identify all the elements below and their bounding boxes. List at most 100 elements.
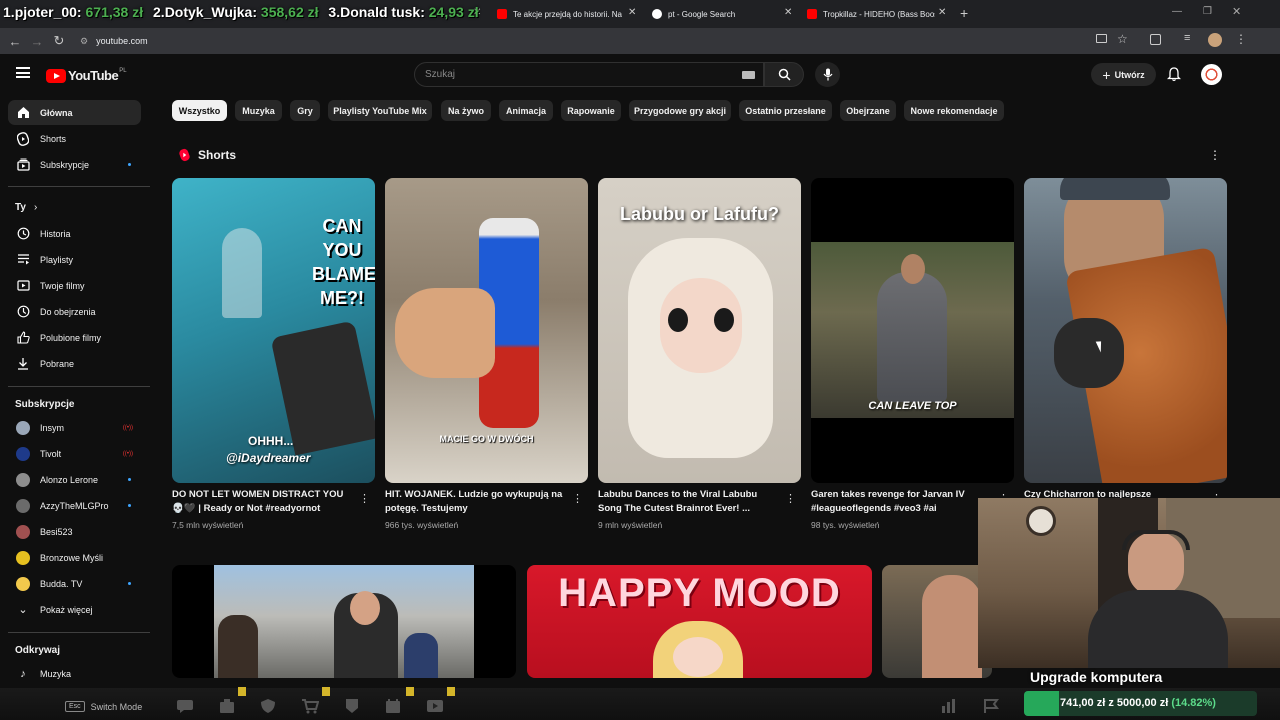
bookmark-star-icon[interactable]: ☆ xyxy=(1117,32,1128,46)
channel-avatar xyxy=(16,576,30,591)
shield-icon[interactable] xyxy=(259,698,277,714)
sidebar-show-more[interactable]: ⌄ Pokaż więcej xyxy=(8,597,141,622)
install-app-icon[interactable] xyxy=(1096,34,1107,43)
tab-2[interactable]: pt - Google Search xyxy=(652,3,792,25)
close-window-icon[interactable]: ✕ xyxy=(1232,5,1241,18)
sidebar-item-sub-insym[interactable]: Insym ((•)) xyxy=(8,415,141,440)
site-info-icon[interactable]: ⚙ xyxy=(80,36,88,47)
tab-1[interactable]: Te akcje przejdą do historii. Na xyxy=(497,3,645,25)
new-tab-button[interactable]: + xyxy=(960,5,968,21)
sidebar-item-sub-budda[interactable]: Budda. TV xyxy=(8,571,141,596)
chip-music[interactable]: Muzyka xyxy=(235,100,282,121)
minimize-window-icon[interactable]: — xyxy=(1172,6,1182,17)
sidebar-item-home[interactable]: Główna xyxy=(8,100,141,125)
chip-recently-uploaded[interactable]: Ostatnio przesłane xyxy=(739,100,832,121)
close-tab-icon[interactable]: ✕ xyxy=(784,7,792,18)
chip-action-adventure[interactable]: Przygodowe gry akcji xyxy=(629,100,731,121)
logo-region: PL xyxy=(119,67,127,74)
extensions-icon[interactable] xyxy=(1150,34,1161,45)
account-avatar[interactable] xyxy=(1201,64,1222,85)
voice-search-button[interactable] xyxy=(815,62,840,87)
sidebar-item-sub-alonzo[interactable]: Alonzo Lerone xyxy=(8,467,141,492)
inventory-icon[interactable] xyxy=(218,698,236,714)
create-button[interactable]: + Utwórz xyxy=(1091,63,1156,86)
chip-animation[interactable]: Animacja xyxy=(499,100,553,121)
sidebar-item-sub-azzy[interactable]: AzzyTheMLGPro xyxy=(8,493,141,518)
chip-watched[interactable]: Obejrzane xyxy=(840,100,896,121)
shorts-more-icon[interactable]: ⋮ xyxy=(1209,148,1221,162)
forward-icon[interactable]: → xyxy=(26,34,48,49)
short-thumbnail[interactable]: CAN LEAVE TOP xyxy=(811,178,1014,483)
sidebar-item-history[interactable]: Historia xyxy=(8,221,141,246)
stats-chart-icon[interactable] xyxy=(940,698,958,714)
short-thumbnail[interactable]: CAN YOU BLAME ME?! OHHH... @iDaydreamer xyxy=(172,178,375,483)
chip-rap[interactable]: Rapowanie xyxy=(561,100,621,121)
hamburger-menu-icon[interactable] xyxy=(16,67,30,78)
sidebar-item-downloads[interactable]: Pobrane xyxy=(8,351,141,376)
thumbnail-title-text: HAPPY MOOD xyxy=(558,571,841,615)
short-views: 966 tys. wyświetleń xyxy=(385,520,459,530)
video-thumbnail[interactable]: HAPPY MOOD xyxy=(527,565,872,678)
back-icon[interactable]: ← xyxy=(4,34,26,49)
calendar-icon[interactable] xyxy=(384,698,402,714)
sidebar-item-label: Historia xyxy=(40,228,71,239)
profile-avatar[interactable] xyxy=(1208,33,1222,47)
keyboard-icon[interactable] xyxy=(742,71,755,79)
sidebar-item-liked[interactable]: Polubione filmy xyxy=(8,325,141,350)
browser-menu-icon[interactable]: ⋮ xyxy=(1235,32,1247,46)
notifications-bell-icon[interactable] xyxy=(1166,67,1182,87)
sidebar-item-music[interactable]: ♪ Muzyka xyxy=(8,661,141,686)
chip-new-recommendations[interactable]: Nowe rekomendacje xyxy=(904,100,1004,121)
sidebar-you-header[interactable]: Ty › xyxy=(15,202,37,213)
chip-games[interactable]: Gry xyxy=(290,100,320,121)
channel-name: Bronzowe Myśli xyxy=(40,552,104,563)
sidebar-item-label: Polubione filmy xyxy=(40,332,102,343)
video-icon[interactable] xyxy=(426,698,444,714)
sidebar-item-label: Pobrane xyxy=(40,358,75,369)
cap-figure xyxy=(1060,178,1170,200)
sidebar-item-sub-bronzowe[interactable]: Bronzowe Myśli xyxy=(8,545,141,570)
chat-icon[interactable] xyxy=(176,698,194,714)
webcam-overlay xyxy=(978,498,1280,668)
sidebar-item-sub-tivolt[interactable]: Tivolt ((•)) xyxy=(8,441,141,466)
music-icon: ♪ xyxy=(20,667,26,680)
short-thumbnail[interactable]: Labubu or Lafufu? xyxy=(598,178,801,483)
chip-live[interactable]: Na żywo xyxy=(441,100,491,121)
sidebar-item-playlists[interactable]: Playlisty xyxy=(8,247,141,272)
notification-flag-icon xyxy=(447,687,455,696)
close-tab-icon[interactable]: ✕ xyxy=(938,7,946,18)
video-thumbnail[interactable] xyxy=(172,565,516,678)
sidebar-item-shorts[interactable]: Shorts xyxy=(8,126,141,151)
subscriptions-header: Subskrypcje xyxy=(15,399,75,410)
short-thumbnail[interactable]: MACIE GO W DWÓCH xyxy=(385,178,588,483)
restore-window-icon[interactable]: ❐ xyxy=(1203,6,1212,17)
sidebar-item-subscriptions[interactable]: Subskrypcje xyxy=(8,152,141,177)
sidebar-item-watch-later[interactable]: Do obejrzenia xyxy=(8,299,141,324)
chip-youtube-mix[interactable]: Playlisty YouTube Mix xyxy=(328,100,432,121)
short-more-icon[interactable]: ⋮ xyxy=(785,492,796,505)
video-thumbnail[interactable] xyxy=(882,565,992,678)
youtube-logo[interactable]: YouTube PL xyxy=(46,68,127,83)
short-more-icon[interactable]: ⋮ xyxy=(572,492,583,505)
short-title[interactable]: Garen takes revenge for Jarvan IV #leagu… xyxy=(811,488,996,516)
media-controls-icon[interactable]: ≡ xyxy=(1184,32,1190,44)
shop-cart-icon[interactable] xyxy=(301,698,320,714)
short-more-icon[interactable]: ⋮ xyxy=(359,492,370,505)
short-thumbnail[interactable] xyxy=(1024,178,1227,483)
close-tab-icon[interactable]: ✕ xyxy=(628,7,636,18)
switch-mode-button[interactable]: Esc Switch Mode xyxy=(65,698,142,715)
short-title[interactable]: Labubu Dances to the Viral Labubu Song T… xyxy=(598,488,783,516)
search-input[interactable]: Szukaj xyxy=(414,62,764,87)
tab-3[interactable]: Tropkillaz - HIDEHO (Bass Boos xyxy=(807,3,935,25)
reload-icon[interactable]: ↻ xyxy=(48,33,70,49)
badge-icon[interactable] xyxy=(343,698,361,714)
chip-all[interactable]: Wszystko xyxy=(172,100,227,121)
sidebar-item-your-videos[interactable]: Twoje filmy xyxy=(8,273,141,298)
search-button[interactable] xyxy=(764,62,804,87)
short-title[interactable]: DO NOT LET WOMEN DISTRACT YOU 💀🖤 | Ready… xyxy=(172,488,357,516)
donor-amount: 671,38 zł xyxy=(85,4,144,20)
short-title[interactable]: HIT. WOJANEK. Ludzie go wykupują na potę… xyxy=(385,488,570,516)
flag-icon[interactable] xyxy=(982,698,1000,714)
url-field[interactable]: ⚙ youtube.com xyxy=(80,33,1080,49)
sidebar-item-sub-besi[interactable]: Besi523 xyxy=(8,519,141,544)
